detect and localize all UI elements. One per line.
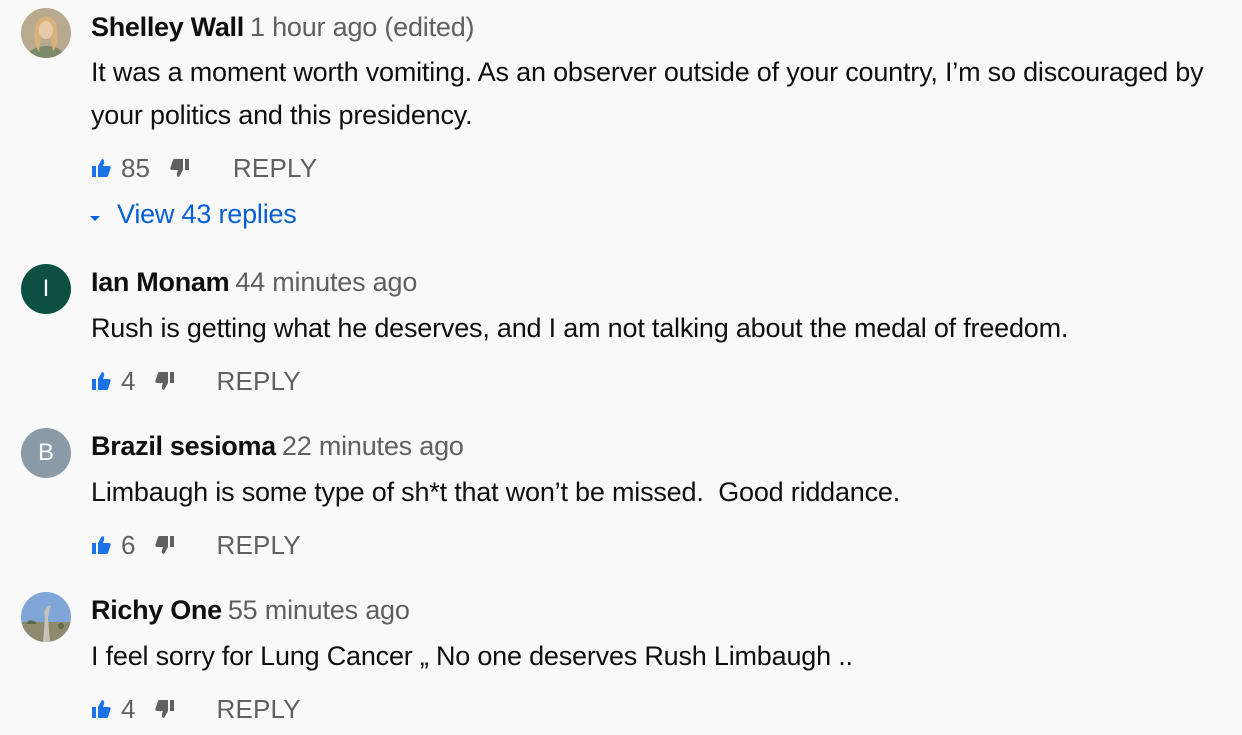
- reply-button[interactable]: REPLY: [216, 366, 300, 397]
- comment-timestamp[interactable]: 1 hour ago (edited): [250, 12, 475, 42]
- thumb-up-icon[interactable]: [91, 371, 111, 391]
- comment-timestamp[interactable]: 55 minutes ago: [228, 595, 410, 625]
- comment-text: Rush is getting what he deserves, and I …: [91, 313, 1069, 343]
- like-count: 4: [121, 365, 136, 396]
- avatar-photo-icon: [21, 8, 71, 58]
- reply-button[interactable]: REPLY: [216, 530, 300, 561]
- thumb-down-icon[interactable]: [170, 158, 190, 178]
- author-name[interactable]: Shelley Wall: [91, 12, 244, 42]
- author-name[interactable]: Ian Monam: [91, 267, 230, 297]
- comment-text: Limbaugh is some type of sh*t that won’t…: [91, 477, 901, 507]
- avatar[interactable]: I: [21, 264, 71, 314]
- thumb-up-icon[interactable]: [91, 158, 111, 178]
- reply-button[interactable]: REPLY: [233, 153, 317, 184]
- comment-timestamp[interactable]: 22 minutes ago: [282, 431, 464, 461]
- comment-actions: 4 REPLY: [91, 365, 301, 397]
- comment-text: It was a moment worth vomiting. As an ob…: [91, 57, 1204, 130]
- comment-text: I feel sorry for Lung Cancer „ No one de…: [91, 641, 853, 671]
- author-name[interactable]: Richy One: [91, 595, 222, 625]
- comment-actions: 4 REPLY: [91, 693, 301, 725]
- thumb-down-icon[interactable]: [155, 699, 175, 719]
- avatar-photo-icon: [21, 592, 71, 642]
- like-count: 85: [121, 152, 150, 183]
- view-replies-button[interactable]: View 43 replies: [89, 198, 297, 230]
- thumb-up-icon[interactable]: [91, 535, 111, 555]
- avatar-letter: I: [42, 275, 50, 302]
- thumb-down-icon[interactable]: [155, 535, 175, 555]
- author-name[interactable]: Brazil sesioma: [91, 431, 276, 461]
- like-count: 4: [121, 693, 136, 724]
- avatar-letter: B: [37, 439, 54, 466]
- comment-actions: 85 REPLY: [91, 152, 317, 184]
- caret-down-icon: [89, 199, 101, 230]
- like-count: 6: [121, 529, 136, 560]
- avatar[interactable]: B: [21, 428, 71, 478]
- avatar[interactable]: [21, 8, 71, 58]
- thumb-down-icon[interactable]: [155, 371, 175, 391]
- comment-timestamp[interactable]: 44 minutes ago: [235, 267, 417, 297]
- avatar[interactable]: [21, 592, 71, 642]
- comment-actions: 6 REPLY: [91, 529, 301, 561]
- reply-button[interactable]: REPLY: [216, 694, 300, 725]
- view-replies-label: View 43 replies: [117, 198, 297, 229]
- thumb-up-icon[interactable]: [91, 699, 111, 719]
